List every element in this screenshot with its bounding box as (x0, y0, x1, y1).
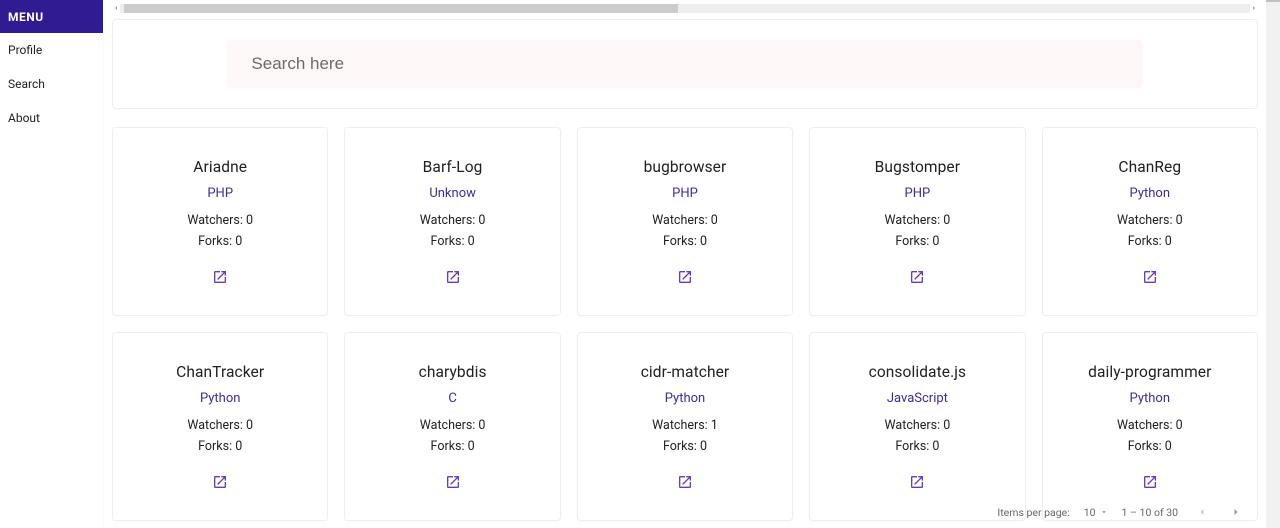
sidebar-item-about[interactable]: About (0, 101, 103, 135)
repo-name: Barf-Log (355, 158, 549, 176)
repo-name: ChanReg (1053, 158, 1247, 176)
open-external-icon[interactable] (909, 269, 925, 285)
tab-prev-icon[interactable] (112, 4, 120, 12)
open-external-icon[interactable] (445, 269, 461, 285)
repo-name: daily-programmer (1053, 363, 1247, 381)
open-external-icon[interactable] (1142, 269, 1158, 285)
window-scrollbar-thumb[interactable] (1266, 0, 1280, 2)
repo-name: Ariadne (123, 158, 317, 176)
repo-card: Barf-Log Unknow Watchers: 0 Forks: 0 (344, 127, 560, 316)
repo-forks: Forks: 0 (123, 439, 317, 454)
repo-name: charybdis (355, 363, 549, 381)
repo-watchers: Watchers: 0 (355, 418, 549, 433)
repo-forks: Forks: 0 (820, 234, 1014, 249)
repo-language: Python (1053, 186, 1247, 201)
repo-forks: Forks: 0 (588, 234, 782, 249)
repo-watchers: Watchers: 0 (1053, 418, 1247, 433)
chevron-down-icon (1100, 508, 1108, 516)
repo-language: JavaScript (820, 391, 1014, 406)
repo-card: cidr-matcher Python Watchers: 1 Forks: 0 (577, 332, 793, 521)
repo-card: charybdis C Watchers: 0 Forks: 0 (344, 332, 560, 521)
repo-name: bugbrowser (588, 158, 782, 176)
items-per-page-select[interactable]: 10 (1084, 506, 1108, 519)
repo-name: Bugstomper (820, 158, 1014, 176)
tab-next-icon[interactable] (1250, 4, 1258, 12)
page-range: 1 – 10 of 30 (1122, 506, 1178, 519)
tab-scroll-thumb[interactable] (124, 4, 678, 13)
repo-language: Python (123, 391, 317, 406)
search-panel (112, 19, 1258, 109)
items-per-page-label: Items per page: (997, 506, 1069, 519)
repo-watchers: Watchers: 0 (588, 213, 782, 228)
sidebar-item-profile[interactable]: Profile (0, 33, 103, 67)
repo-card: Ariadne PHP Watchers: 0 Forks: 0 (112, 127, 328, 316)
sidebar-item-search[interactable]: Search (0, 67, 103, 101)
repo-watchers: Watchers: 0 (355, 213, 549, 228)
pagination: Items per page: 10 1 – 10 of 30 (997, 502, 1246, 522)
repo-forks: Forks: 0 (123, 234, 317, 249)
repo-card: consolidate.js JavaScript Watchers: 0 Fo… (809, 332, 1025, 521)
repo-card: daily-programmer Python Watchers: 0 Fork… (1042, 332, 1258, 521)
page-next-button[interactable] (1226, 502, 1246, 522)
repo-language: PHP (820, 186, 1014, 201)
repo-forks: Forks: 0 (820, 439, 1014, 454)
repo-language: Python (1053, 391, 1247, 406)
open-external-icon[interactable] (677, 269, 693, 285)
repo-watchers: Watchers: 0 (1053, 213, 1247, 228)
repo-name: ChanTracker (123, 363, 317, 381)
repo-forks: Forks: 0 (355, 234, 549, 249)
repo-language: PHP (123, 186, 317, 201)
items-per-page-value: 10 (1084, 506, 1096, 519)
repo-language: Python (588, 391, 782, 406)
repo-card: bugbrowser PHP Watchers: 0 Forks: 0 (577, 127, 793, 316)
repo-language: C (355, 391, 549, 406)
repo-watchers: Watchers: 0 (123, 213, 317, 228)
open-external-icon[interactable] (212, 269, 228, 285)
repo-card: Bugstomper PHP Watchers: 0 Forks: 0 (809, 127, 1025, 316)
repo-forks: Forks: 0 (1053, 234, 1247, 249)
window-scrollbar[interactable] (1266, 0, 1280, 528)
open-external-icon[interactable] (212, 474, 228, 490)
open-external-icon[interactable] (445, 474, 461, 490)
main-content: Ariadne PHP Watchers: 0 Forks: 0 Barf-Lo… (104, 0, 1266, 528)
repo-forks: Forks: 0 (588, 439, 782, 454)
repo-card: ChanReg Python Watchers: 0 Forks: 0 (1042, 127, 1258, 316)
repo-name: consolidate.js (820, 363, 1014, 381)
sidebar: MENU Profile Search About (0, 0, 104, 528)
repo-watchers: Watchers: 0 (820, 213, 1014, 228)
open-external-icon[interactable] (677, 474, 693, 490)
repo-forks: Forks: 0 (355, 439, 549, 454)
repo-name: cidr-matcher (588, 363, 782, 381)
search-input-wrap (227, 40, 1142, 88)
sidebar-title: MENU (0, 0, 103, 33)
open-external-icon[interactable] (909, 474, 925, 490)
search-input[interactable] (251, 54, 1118, 74)
tab-scroll-track[interactable] (120, 4, 1250, 13)
repo-watchers: Watchers: 1 (588, 418, 782, 433)
repo-watchers: Watchers: 0 (123, 418, 317, 433)
repo-grid: Ariadne PHP Watchers: 0 Forks: 0 Barf-Lo… (112, 127, 1258, 521)
repo-card: ChanTracker Python Watchers: 0 Forks: 0 (112, 332, 328, 521)
open-external-icon[interactable] (1142, 474, 1158, 490)
tab-scrollbar (112, 3, 1258, 13)
repo-watchers: Watchers: 0 (820, 418, 1014, 433)
repo-language: Unknow (355, 186, 549, 201)
page-prev-button[interactable] (1192, 502, 1212, 522)
repo-language: PHP (588, 186, 782, 201)
repo-forks: Forks: 0 (1053, 439, 1247, 454)
